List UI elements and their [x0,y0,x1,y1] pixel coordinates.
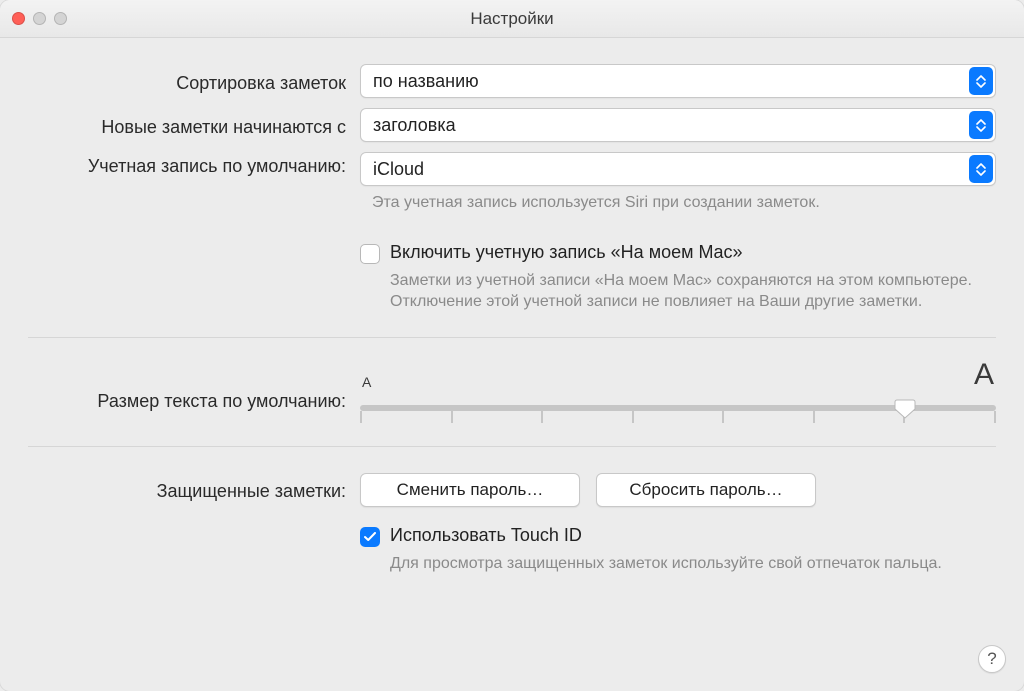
slider-thumb[interactable] [894,397,916,419]
row-sort: Сортировка заметок по названию [28,64,996,98]
touch-id-checkbox[interactable] [360,527,380,547]
sort-select[interactable]: по названию [360,64,996,98]
content: Сортировка заметок по названию Новые зам… [0,38,1024,691]
zoom-button[interactable] [54,12,67,25]
slider-scale-labels: A A [360,360,996,390]
change-password-button[interactable]: Сменить пароль… [360,473,580,507]
close-button[interactable] [12,12,25,25]
change-password-label: Сменить пароль… [397,480,544,500]
reset-password-button[interactable]: Сбросить пароль… [596,473,816,507]
reset-password-label: Сбросить пароль… [629,480,782,500]
separator [28,446,996,447]
locked-notes-label: Защищенные заметки: [28,477,346,502]
text-size-slider[interactable] [360,394,996,422]
chevron-up-down-icon [969,155,993,183]
row-default-account: Учетная запись по умолчанию: iCloud Эта … [28,152,996,214]
default-account-label: Учетная запись по умолчанию: [28,152,346,177]
chevron-up-down-icon [969,67,993,95]
touch-id-label: Использовать Touch ID [390,525,582,546]
on-my-mac-checkbox-row: Включить учетную запись «На моем Mac» [360,240,996,264]
row-text-size: Размер текста по умолчанию: A A [28,360,996,422]
row-locked-notes: Защищенные заметки: Сменить пароль… Сбро… [28,473,996,507]
sort-label: Сортировка заметок [28,69,346,94]
default-account-select-value: iCloud [373,159,424,180]
touch-id-help: Для просмотра защищенных заметок использ… [360,553,996,575]
default-account-select[interactable]: iCloud [360,152,996,186]
sort-select-value: по названию [373,71,479,92]
letter-large-icon: A [974,360,994,390]
default-account-help: Эта учетная запись используется Siri при… [360,192,996,214]
chevron-up-down-icon [969,111,993,139]
preferences-window: Настройки Сортировка заметок по названию… [0,0,1024,691]
text-size-label: Размер текста по умолчанию: [28,369,346,412]
new-notes-select-value: заголовка [373,115,456,136]
touch-id-checkbox-row: Использовать Touch ID [360,523,996,547]
on-my-mac-checkbox[interactable] [360,244,380,264]
letter-small-icon: A [362,374,371,390]
new-notes-label: Новые заметки начинаются с [28,113,346,138]
minimize-button[interactable] [33,12,46,25]
new-notes-select[interactable]: заголовка [360,108,996,142]
question-mark-icon: ? [987,649,996,669]
separator [28,337,996,338]
help-button[interactable]: ? [978,645,1006,673]
row-new-notes: Новые заметки начинаются с заголовка [28,108,996,142]
row-on-my-mac: Включить учетную запись «На моем Mac» За… [28,240,996,313]
window-title: Настройки [470,9,553,29]
titlebar: Настройки [0,0,1024,38]
row-touch-id: Использовать Touch ID Для просмотра защи… [28,523,996,575]
on-my-mac-help: Заметки из учетной записи «На моем Mac» … [360,270,996,313]
traffic-lights [12,12,67,25]
on-my-mac-label: Включить учетную запись «На моем Mac» [390,242,742,263]
